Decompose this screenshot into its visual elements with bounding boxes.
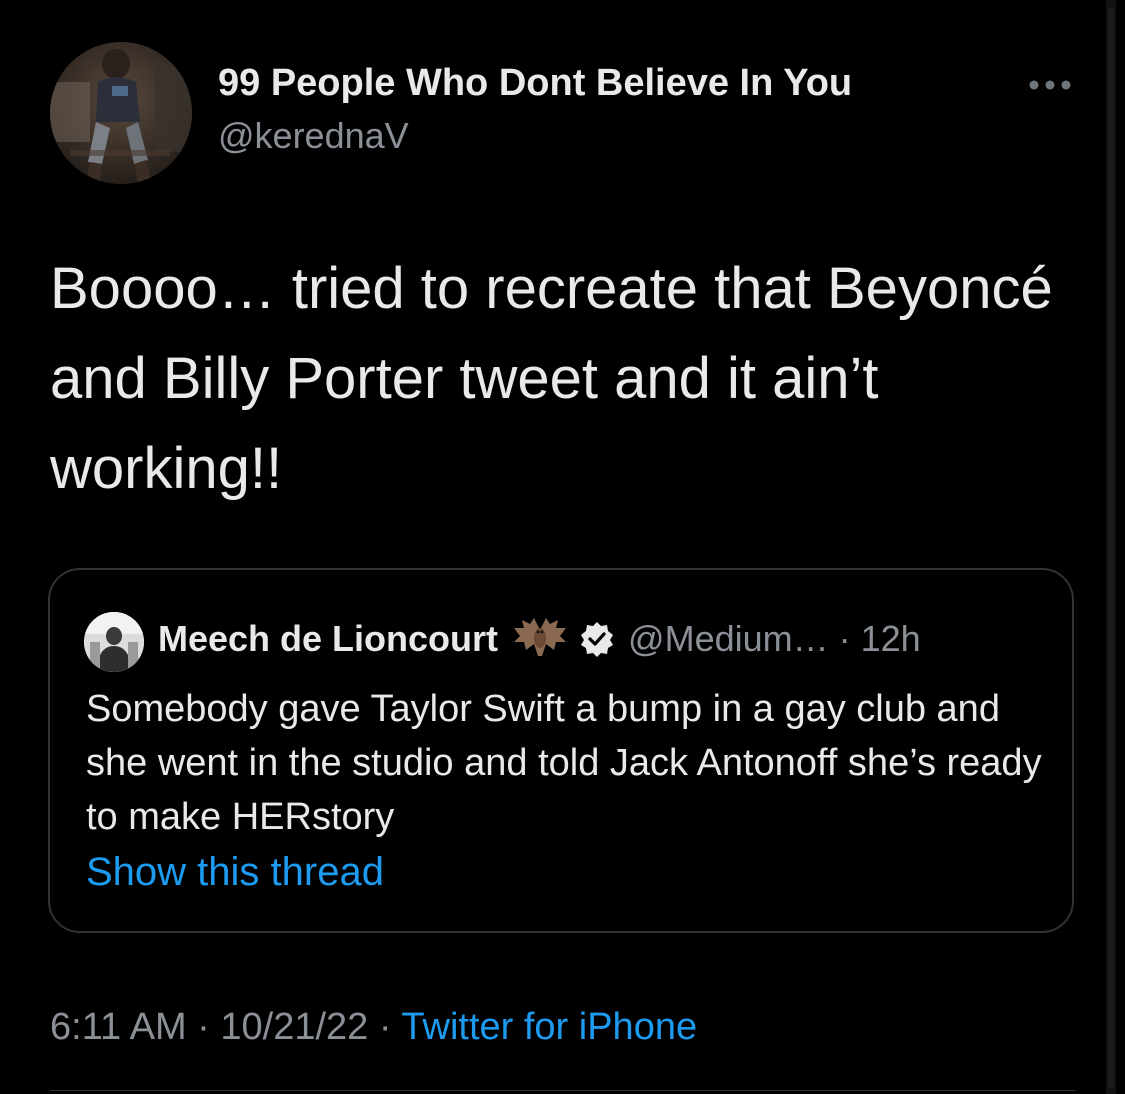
more-horizontal-icon (1029, 80, 1071, 90)
bat-emoji-icon (512, 614, 568, 664)
quoted-header-separator: · (838, 618, 851, 659)
tweet-text: Boooo… tried to recreate that Beyoncé an… (50, 256, 1053, 501)
divider (50, 1090, 1076, 1091)
more-options-button[interactable] (1022, 68, 1078, 102)
verified-badge-icon (578, 620, 616, 658)
author-avatar-photo (50, 42, 192, 184)
tweet-time[interactable]: 6:11 AM (50, 1006, 187, 1048)
quoted-author-name[interactable]: Meech de Lioncourt (158, 618, 498, 660)
show-thread-link[interactable]: Show this thread (86, 850, 384, 895)
quoted-tweet-header: Meech de Lioncourt @Medium… · 12h (158, 614, 921, 664)
quoted-tweet-text: Somebody gave Taylor Swift a bump in a g… (86, 688, 1042, 838)
quoted-author-handle[interactable]: @Medium… (628, 618, 829, 660)
quoted-author-avatar-photo (84, 612, 144, 672)
meta-separator: · (378, 1006, 392, 1048)
author-avatar[interactable] (50, 42, 192, 184)
quoted-tweet-card[interactable]: Meech de Lioncourt @Medium… · 12h Somebo… (48, 568, 1074, 933)
scrollbar-thumb[interactable] (1108, 8, 1114, 1088)
quoted-author-avatar[interactable] (84, 612, 144, 672)
tweet-date[interactable]: 10/21/22 (220, 1006, 368, 1048)
tweet-meta: 6:11 AM · 10/21/22 · Twitter for iPhone (50, 1006, 697, 1049)
meta-separator: · (197, 1006, 210, 1048)
quoted-tweet-time[interactable]: 12h (861, 618, 921, 660)
author-handle[interactable]: @kerednaV (218, 115, 409, 157)
tweet-source-link[interactable]: Twitter for iPhone (401, 1006, 697, 1048)
author-name[interactable]: 99 People Who Dont Believe In You (218, 62, 852, 105)
